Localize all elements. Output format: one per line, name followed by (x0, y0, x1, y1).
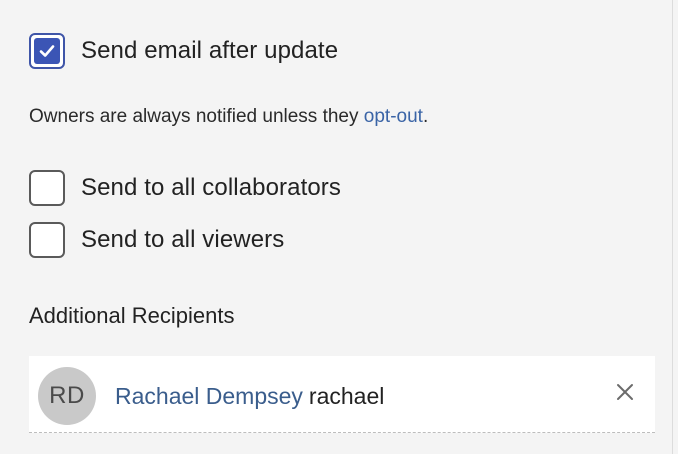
send-collaborators-label: Send to all collaborators (81, 174, 341, 201)
notice-text: Owners are always notified unless they (29, 106, 364, 127)
close-icon[interactable] (613, 380, 637, 404)
checkbox-fill (34, 38, 60, 64)
send-viewers-checkbox[interactable] (29, 222, 65, 258)
send-collaborators-checkbox[interactable] (29, 170, 65, 206)
send-email-checkbox[interactable] (29, 33, 65, 69)
check-icon (39, 45, 55, 57)
send-email-label: Send email after update (81, 37, 339, 64)
send-viewers-label: Send to all viewers (81, 226, 285, 253)
recipient-full-name[interactable]: Rachael Dempsey (115, 383, 303, 409)
owners-notice: Owners are always notified unless they o… (29, 106, 428, 128)
remove-recipient-button[interactable] (613, 380, 637, 404)
avatar: RD (38, 367, 96, 425)
recipient-name-link[interactable]: Rachael Dempsey rachael (115, 383, 384, 410)
opt-out-link[interactable]: opt-out (364, 106, 423, 127)
send-viewers-row[interactable]: Send to all viewers (29, 222, 284, 258)
recipient-list-item: RD Rachael Dempsey rachael (29, 356, 655, 433)
email-settings-panel: Send email after update Owners are alway… (0, 0, 673, 454)
recipient-username: rachael (308, 383, 385, 409)
send-collaborators-row[interactable]: Send to all collaborators (29, 170, 341, 206)
notice-suffix: . (422, 106, 429, 127)
additional-recipients-title: Additional Recipients (29, 303, 235, 328)
send-email-row[interactable]: Send email after update (29, 33, 338, 69)
